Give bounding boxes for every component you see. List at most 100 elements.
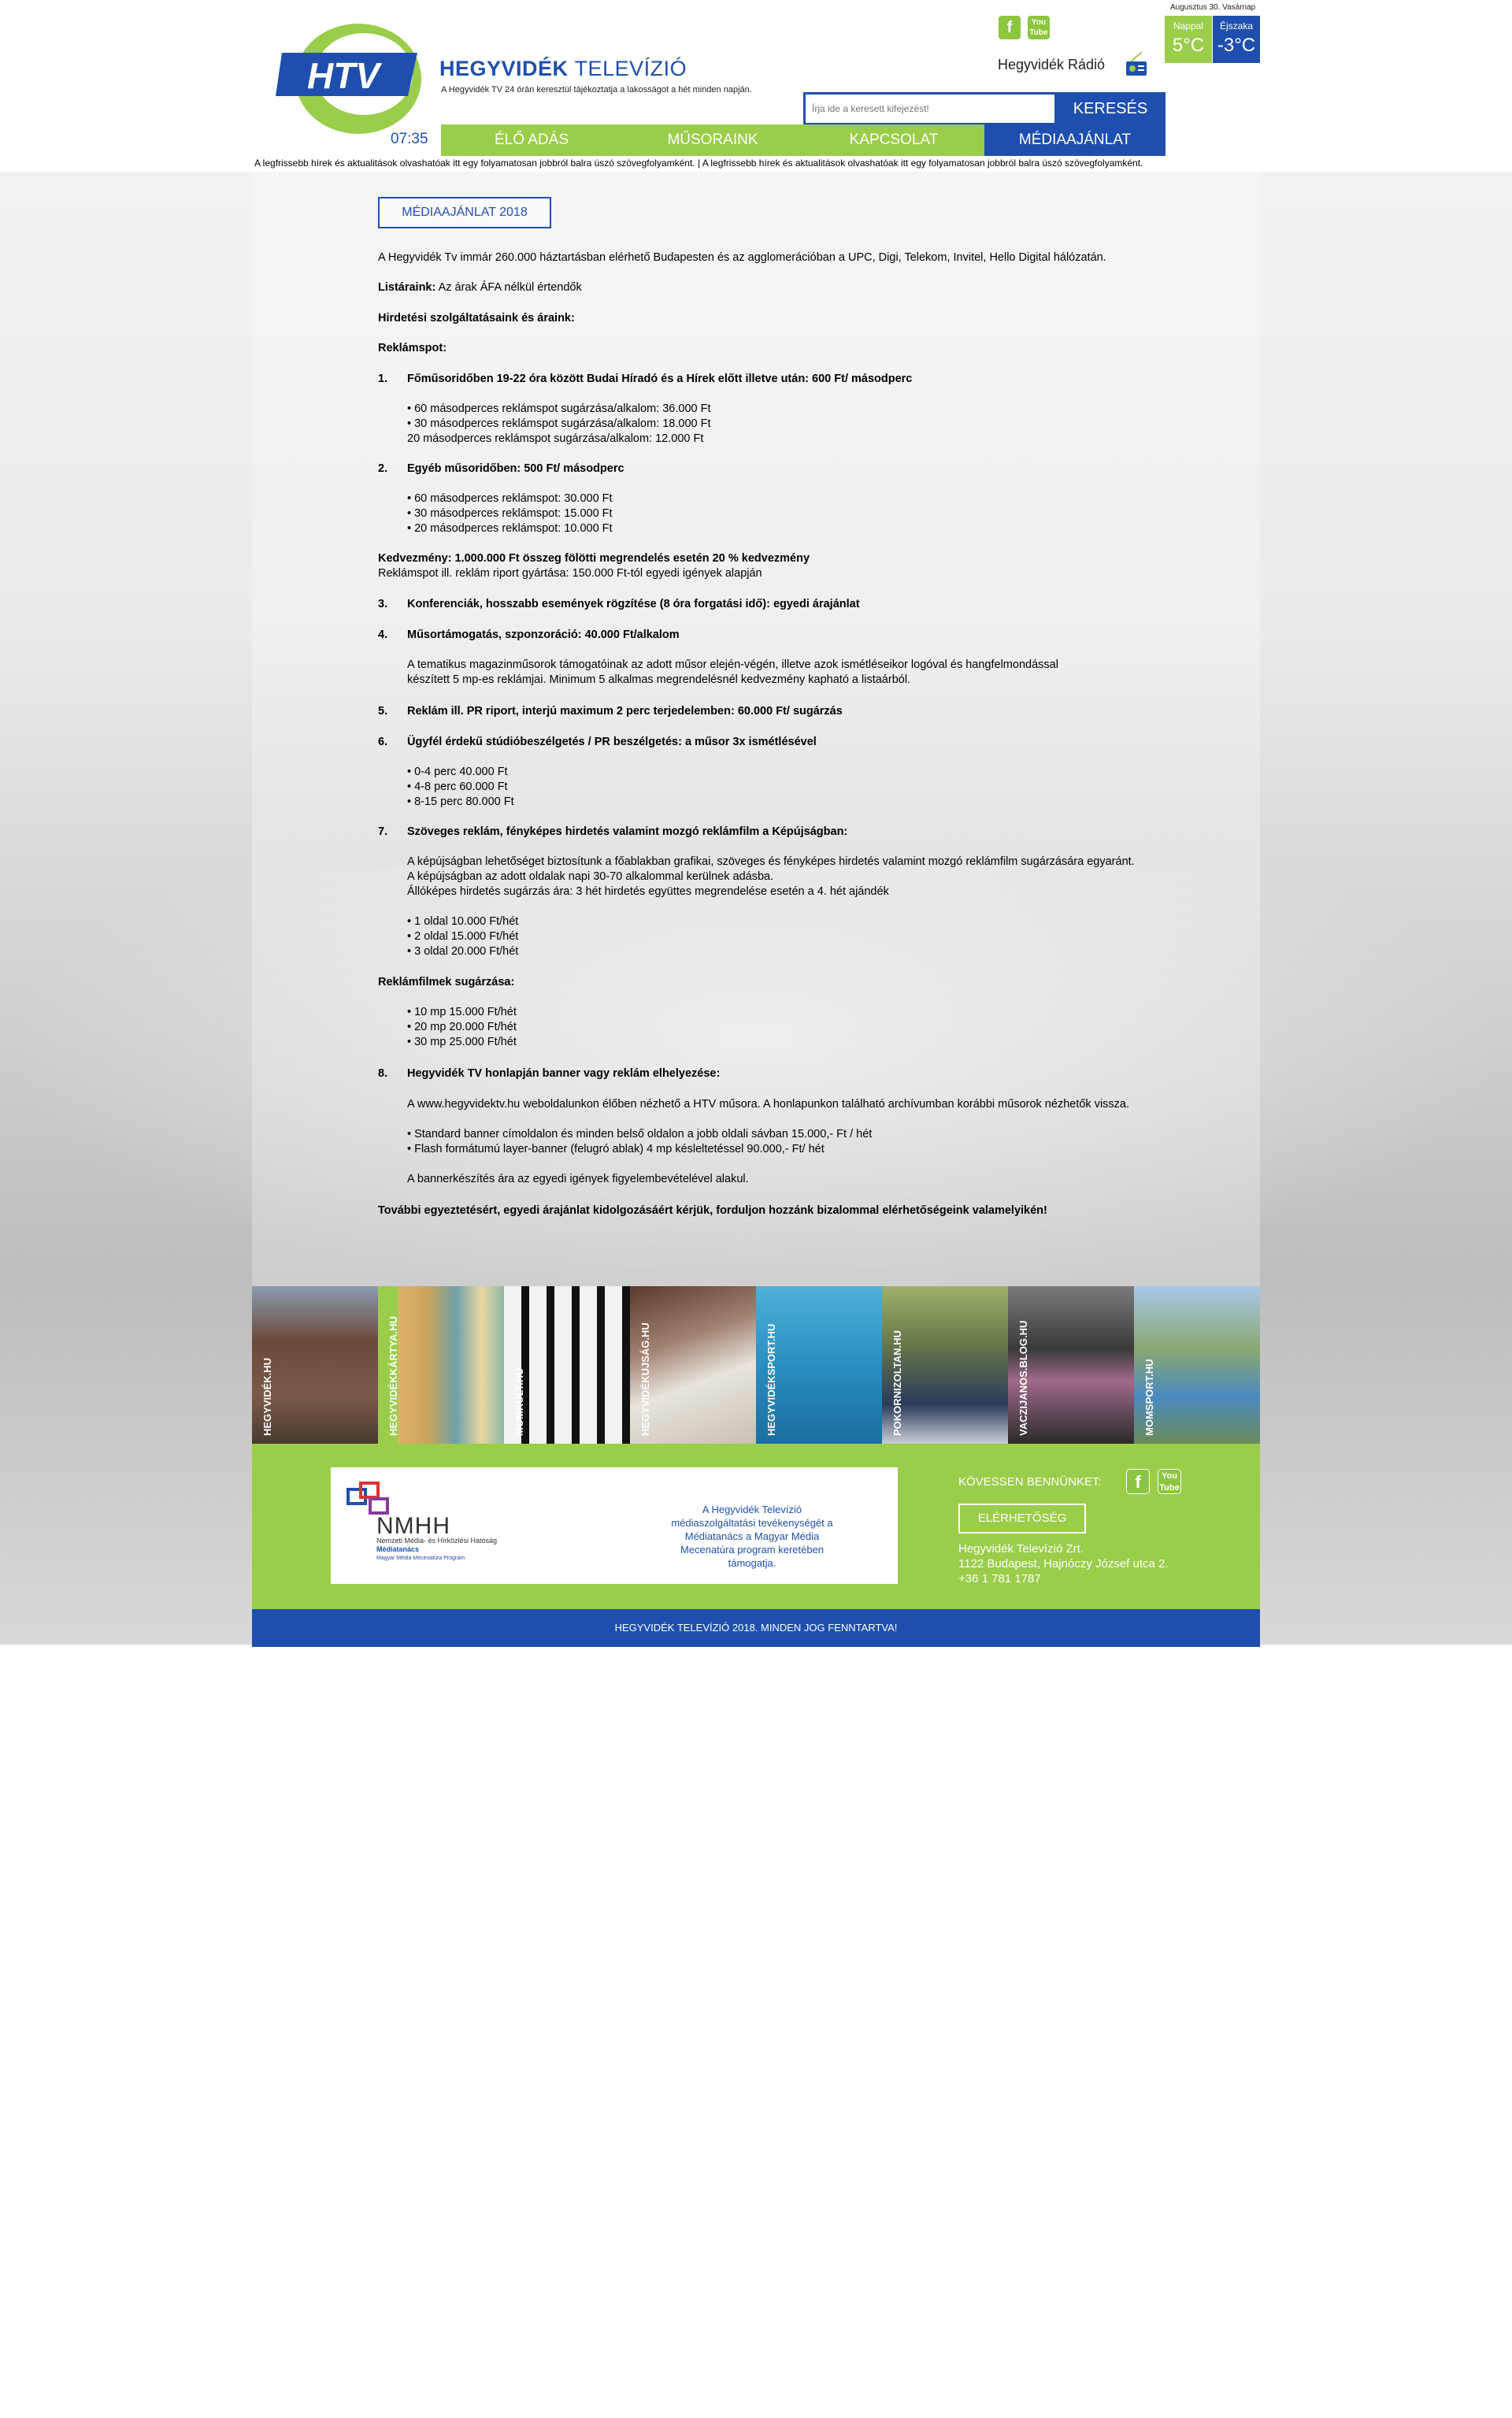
films-lines: • 10 mp 15.000 Ft/hét • 20 mp 20.000 Ft/… xyxy=(407,1005,517,1050)
offer-item-number: 3. xyxy=(378,598,388,610)
nav-contact[interactable]: KAPCSOLAT xyxy=(803,124,984,156)
list-item: • 20 másodperces reklámspot: 10.000 Ft xyxy=(407,522,613,535)
offer-item-title: Reklám ill. PR riport, interjú maximum 2… xyxy=(407,705,843,718)
tile-label: HEGYVIDÉKSPORT.HU xyxy=(765,1323,777,1436)
nav-programs[interactable]: MŰSORAINK xyxy=(622,124,803,156)
offer-item-2-lines: • 60 másodperces reklámspot: 30.000 Ft •… xyxy=(407,491,613,536)
company-address: Hegyvidék Televízió Zrt. 1122 Budapest, … xyxy=(958,1541,1169,1586)
facebook-icon[interactable]: f xyxy=(1126,1469,1150,1494)
brand-subtitle: A Hegyvidék TV 24 órán keresztül tájékoz… xyxy=(441,85,752,95)
tile-pokornizoltan[interactable]: POKORNIZOLTAN.HU xyxy=(882,1286,1008,1444)
offer-item-title: Egyéb műsoridőben: 500 Ft/ másodperc xyxy=(407,462,624,475)
nmhh-logo-text: NMHH xyxy=(376,1513,450,1539)
offer-item-1: 1. Főműsoridőben 19-22 óra között Budai H… xyxy=(378,372,912,387)
offer-item-8: 8. Hegyvidék TV honlapján banner vagy rek… xyxy=(378,1066,720,1081)
price-list-label: Listáraink: xyxy=(378,281,436,294)
facebook-icon[interactable]: f xyxy=(999,16,1021,39)
offer-item-number: 4. xyxy=(378,629,388,641)
offer-item-7: 7. Szöveges reklám, fényképes hirdetés va… xyxy=(378,825,847,840)
intro-text: A Hegyvidék Tv immár 260.000 háztartásba… xyxy=(378,251,1106,264)
youtube-icon[interactable]: You Tube xyxy=(1028,16,1050,39)
list-item: • 30 mp 25.000 Ft/hét xyxy=(407,1036,517,1048)
date-label: Augusztus 30. Vasárnap xyxy=(1170,3,1256,12)
site-header: HTV HEGYVIDÉK TELEVÍZIÓ A Hegyvidék TV 2… xyxy=(252,0,1260,172)
company-street: 1122 Budapest, Hajnóczy József utca 2. xyxy=(958,1557,1169,1571)
list-item: • Standard banner címoldalon és minden b… xyxy=(407,1128,873,1140)
brand-title: HEGYVIDÉK TELEVÍZIÓ xyxy=(439,57,687,81)
partner-text: A Hegyvidék Televízió médiaszolgáltatási… xyxy=(671,1504,833,1569)
nav-live[interactable]: ÉLŐ ADÁS xyxy=(441,124,622,156)
nmhh-council: Médiatanács xyxy=(376,1545,420,1553)
list-item: • 8-15 perc 80.000 Ft xyxy=(407,795,514,808)
offer-item-3: 3. Konferenciák, hosszabb események rögzí… xyxy=(378,597,860,612)
search-button[interactable]: KERESÉS xyxy=(1055,92,1166,125)
offer-item-title: Hegyvidék TV honlapján banner vagy reklá… xyxy=(407,1067,721,1080)
price-list-line: Listáraink: Az árak ÁFA nélkül értendők xyxy=(378,280,582,295)
brand-title-bold: HEGYVIDÉK xyxy=(439,57,569,80)
offer-item-7-lines: A képújságban lehetőséget biztosítunk a … xyxy=(407,855,1135,899)
tile-momsport[interactable]: MOMSPORT.HU xyxy=(1134,1286,1260,1444)
offer-item-2: 2. Egyéb műsoridőben: 500 Ft/ másodperc xyxy=(378,462,624,477)
nmhh-name: Nemzeti Média- és Hírközlési Hatóság Méd… xyxy=(376,1537,497,1563)
offer-item-title: Ügyfél érdekű stúdióbeszélgetés / PR bes… xyxy=(407,736,817,748)
offer-item-6-lines: • 0-4 perc 40.000 Ft • 4-8 perc 60.000 F… xyxy=(407,765,514,810)
search-input[interactable] xyxy=(806,95,1054,123)
list-item: • 30 másodperces reklámspot: 15.000 Ft xyxy=(407,507,613,520)
offer-item-5: 5. Reklám ill. PR riport, interjú maximum… xyxy=(378,704,843,719)
list-item: • 2 oldal 15.000 Ft/hét xyxy=(407,930,519,943)
offer-item-title: Főműsoridőben 19-22 óra között Budai Hír… xyxy=(407,373,913,385)
offer-item-number: 6. xyxy=(378,736,388,748)
offer-item-number: 2. xyxy=(378,462,388,475)
tile-hegyvidekkartya[interactable]: HEGYVIDÉKKÁRTYA.HU xyxy=(378,1286,504,1444)
list-item: Állóképes hirdetés sugárzás ára: 3 hét h… xyxy=(407,885,889,898)
tile-vaczijanos[interactable]: VACZIJANOS.BLOG.HU xyxy=(1008,1286,1134,1444)
tile-hegyvidekujsag[interactable]: HEGYVIDÉKUJSÁG.HU xyxy=(630,1286,756,1444)
offer-item-title: Műsortámogatás, szponzoráció: 40.000 Ft/… xyxy=(407,629,680,641)
nmhh-program: Magyar Média Mecenatúra Program xyxy=(376,1556,465,1561)
spot-heading: Reklámspot: xyxy=(378,342,447,354)
list-item: • 3 oldal 20.000 Ft/hét xyxy=(407,945,519,958)
radio-icon[interactable] xyxy=(1125,50,1148,77)
discount-block: Kedvezmény: 1.000.000 Ft összeg fölötti … xyxy=(378,551,810,581)
offer-item-number: 5. xyxy=(378,705,388,718)
offer-item-8-prices: • Standard banner címoldalon és minden b… xyxy=(407,1127,872,1157)
discount-text: Kedvezmény: 1.000.000 Ft összeg fölötti … xyxy=(378,552,810,565)
list-item: A képújságban az adott oldalak napi 30-7… xyxy=(407,870,774,883)
site-footer: NMHH Nemzeti Média- és Hírközlési Hatósá… xyxy=(252,1444,1260,1609)
partner-tiles: HEGYVIDÉK.HU HEGYVIDÉKKÁRTYA.HU MOMKULT.… xyxy=(252,1286,1260,1444)
list-item: A képújságban lehetőséget biztosítunk a … xyxy=(407,855,1135,868)
services-heading: Hirdetési szolgáltatásaink és áraink: xyxy=(378,312,575,325)
list-item: A www.hegyvidektv.hu weboldalunkon élőbe… xyxy=(407,1098,1130,1111)
company-name: Hegyvidék Televízió Zrt. xyxy=(958,1542,1084,1556)
offer-item-7-prices: • 1 oldal 10.000 Ft/hét • 2 oldal 15.000… xyxy=(407,914,518,959)
tile-hegyvideksport[interactable]: HEGYVIDÉKSPORT.HU xyxy=(756,1286,882,1444)
tile-momkult[interactable]: MOMKULT.HU xyxy=(504,1286,630,1444)
htv-logo[interactable]: HTV xyxy=(276,17,425,139)
tile-label: HEGYVIDÉKUJSÁG.HU xyxy=(639,1322,651,1436)
offer-item-4-lines: A tematikus magazinműsorok támogatóinak … xyxy=(407,658,1058,688)
list-item: 20 másodperces reklámspot sugárzása/alka… xyxy=(407,432,704,445)
weather-day-temp: 5°C xyxy=(1172,35,1205,56)
list-item: • 60 másodperces reklámspot sugárzása/al… xyxy=(407,402,711,415)
weather-day-label: Nappal xyxy=(1173,20,1204,32)
copyright-bar: HEGYVIDÉK TELEVÍZIÓ 2018. MINDEN JOG FEN… xyxy=(252,1609,1260,1647)
list-item: • 0-4 perc 40.000 Ft xyxy=(407,766,508,778)
company-phone: +36 1 781 1787 xyxy=(958,1572,1041,1585)
news-ticker[interactable]: A legfrissebb hírek és aktualitások olva… xyxy=(254,158,1261,172)
weather-night: Éjszaka -3°C xyxy=(1213,16,1260,63)
closing-text: További egyeztetésért, egyedi árajánlat … xyxy=(378,1204,1047,1217)
list-item: A bannerkészítés ára az egyedi igények f… xyxy=(407,1173,749,1185)
nav-media-offer[interactable]: MÉDIAAJÁNLAT xyxy=(984,124,1166,156)
weather-night-temp: -3°C xyxy=(1217,35,1256,56)
contact-button[interactable]: ELÉRHETŐSÉG xyxy=(958,1504,1086,1534)
list-item: • 4-8 perc 60.000 Ft xyxy=(407,781,508,793)
price-list-note: Az árak ÁFA nélkül értendők xyxy=(438,281,582,294)
weather-night-label: Éjszaka xyxy=(1219,20,1254,32)
radio-link[interactable]: Hegyvidék Rádió xyxy=(998,57,1105,73)
list-item: • 10 mp 15.000 Ft/hét xyxy=(407,1006,517,1018)
tile-hegyvidek[interactable]: HEGYVIDÉK.HU xyxy=(252,1286,378,1444)
list-item: • 1 oldal 10.000 Ft/hét xyxy=(407,915,519,928)
tile-label: MOMKULT.HU xyxy=(513,1367,525,1436)
tile-label: HEGYVIDÉK.HU xyxy=(261,1358,273,1436)
youtube-icon[interactable]: You Tube xyxy=(1158,1469,1181,1494)
